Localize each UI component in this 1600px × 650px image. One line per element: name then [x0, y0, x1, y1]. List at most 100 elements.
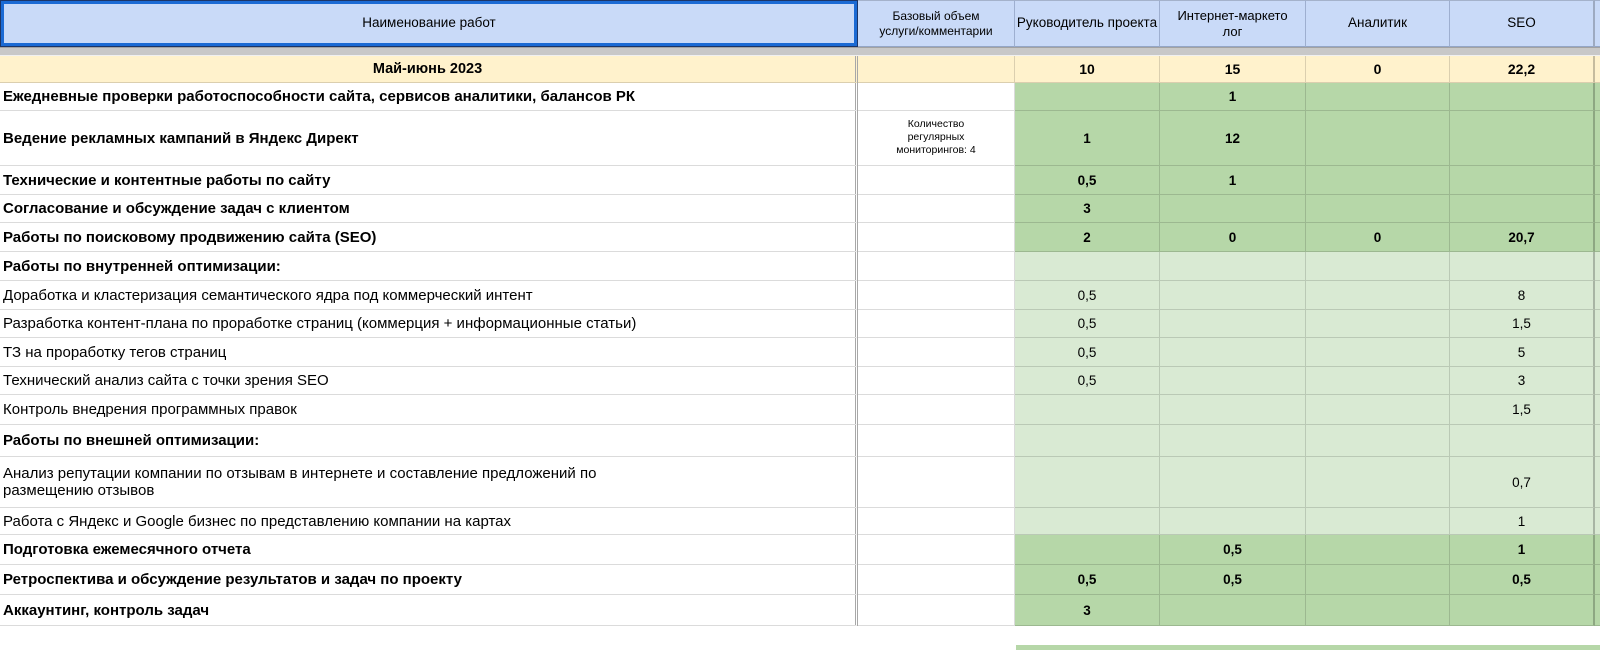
value-cell[interactable]: [1160, 595, 1306, 626]
value-cell[interactable]: 3: [1015, 595, 1160, 626]
value-cell[interactable]: 15: [1160, 56, 1306, 83]
value-cell[interactable]: [1306, 595, 1450, 626]
value-cell[interactable]: 3: [1450, 367, 1595, 395]
comment-cell[interactable]: Количество регулярных мониторингов: 4: [858, 111, 1015, 166]
value-cell[interactable]: 1,5: [1450, 310, 1595, 338]
comment-cell[interactable]: [858, 310, 1015, 338]
value-cell[interactable]: [1450, 166, 1595, 195]
comment-cell[interactable]: [858, 223, 1015, 252]
value-cell[interactable]: [1306, 535, 1450, 565]
header-cell-seo[interactable]: SEO: [1450, 0, 1595, 47]
comment-cell[interactable]: [858, 595, 1015, 626]
value-cell[interactable]: [1015, 457, 1160, 508]
value-cell[interactable]: [1595, 166, 1600, 195]
value-cell[interactable]: [1306, 338, 1450, 367]
value-cell[interactable]: 20,7: [1450, 223, 1595, 252]
value-cell[interactable]: [1595, 111, 1600, 166]
value-cell[interactable]: [1160, 457, 1306, 508]
value-cell[interactable]: 0: [1306, 223, 1450, 252]
value-cell[interactable]: [1160, 252, 1306, 281]
value-cell[interactable]: 0,5: [1015, 367, 1160, 395]
value-cell[interactable]: [1015, 535, 1160, 565]
value-cell[interactable]: [1160, 395, 1306, 425]
value-cell[interactable]: [1595, 56, 1600, 83]
value-cell[interactable]: 0,5: [1015, 166, 1160, 195]
value-cell[interactable]: [1306, 281, 1450, 310]
value-cell[interactable]: 0,7: [1450, 457, 1595, 508]
value-cell[interactable]: 0,5: [1015, 310, 1160, 338]
value-cell[interactable]: [1595, 565, 1600, 595]
value-cell[interactable]: 10: [1015, 56, 1160, 83]
comment-cell[interactable]: [858, 457, 1015, 508]
task-name-cell[interactable]: Доработка и кластеризация семантического…: [0, 281, 858, 310]
value-cell[interactable]: [1015, 83, 1160, 111]
value-cell[interactable]: 5: [1450, 338, 1595, 367]
value-cell[interactable]: 1: [1015, 111, 1160, 166]
task-name-cell[interactable]: Работы по внутренней оптимизации:: [0, 252, 858, 281]
value-cell[interactable]: 1: [1450, 508, 1595, 535]
value-cell[interactable]: [1160, 310, 1306, 338]
value-cell[interactable]: [1160, 425, 1306, 457]
header-cell-task-name[interactable]: Наименование работ: [0, 0, 858, 47]
comment-cell[interactable]: [858, 166, 1015, 195]
value-cell[interactable]: 2: [1015, 223, 1160, 252]
value-cell[interactable]: [1450, 111, 1595, 166]
value-cell[interactable]: [1160, 195, 1306, 223]
header-cell-internet-marketer[interactable]: Интернет-маркето лог: [1160, 0, 1306, 47]
value-cell[interactable]: [1015, 508, 1160, 535]
value-cell[interactable]: [1160, 338, 1306, 367]
comment-cell[interactable]: [858, 395, 1015, 425]
value-cell[interactable]: [1160, 281, 1306, 310]
value-cell[interactable]: [1015, 395, 1160, 425]
value-cell[interactable]: 3: [1015, 195, 1160, 223]
value-cell[interactable]: 0: [1160, 223, 1306, 252]
value-cell[interactable]: [1595, 310, 1600, 338]
task-name-cell[interactable]: Работа с Яндекс и Google бизнес по предс…: [0, 508, 858, 535]
value-cell[interactable]: [1306, 195, 1450, 223]
value-cell[interactable]: [1450, 83, 1595, 111]
value-cell[interactable]: 1: [1450, 535, 1595, 565]
value-cell[interactable]: [1160, 367, 1306, 395]
value-cell[interactable]: [1015, 425, 1160, 457]
task-name-cell[interactable]: Подготовка ежемесячного отчета: [0, 535, 858, 565]
value-cell[interactable]: 12: [1160, 111, 1306, 166]
value-cell[interactable]: [1595, 223, 1600, 252]
value-cell[interactable]: [1306, 457, 1450, 508]
value-cell[interactable]: [1306, 565, 1450, 595]
value-cell[interactable]: [1450, 252, 1595, 281]
period-label-cell[interactable]: Май-июнь 2023: [0, 56, 858, 83]
comment-cell[interactable]: [858, 281, 1015, 310]
value-cell[interactable]: 0,5: [1015, 281, 1160, 310]
header-cell-clipped[interactable]: [1595, 0, 1600, 47]
value-cell[interactable]: 0,5: [1160, 565, 1306, 595]
value-cell[interactable]: 0: [1306, 56, 1450, 83]
value-cell[interactable]: [1306, 310, 1450, 338]
value-cell[interactable]: 22,2: [1450, 56, 1595, 83]
value-cell[interactable]: 1: [1160, 166, 1306, 195]
task-name-cell[interactable]: Ведение рекламных кампаний в Яндекс Дире…: [0, 111, 858, 166]
value-cell[interactable]: 0,5: [1015, 565, 1160, 595]
value-cell[interactable]: [1595, 457, 1600, 508]
task-name-cell[interactable]: Ретроспектива и обсуждение результатов и…: [0, 565, 858, 595]
comment-cell[interactable]: [858, 338, 1015, 367]
task-name-cell[interactable]: Контроль внедрения программных правок: [0, 395, 858, 425]
value-cell[interactable]: 0,5: [1160, 535, 1306, 565]
task-name-cell[interactable]: Работы по поисковому продвижению сайта (…: [0, 223, 858, 252]
header-cell-project-manager[interactable]: Руководитель проекта: [1015, 0, 1160, 47]
comment-cell[interactable]: [858, 56, 1015, 83]
value-cell[interactable]: [1306, 508, 1450, 535]
value-cell[interactable]: [1595, 425, 1600, 457]
value-cell[interactable]: [1306, 395, 1450, 425]
value-cell[interactable]: [1595, 395, 1600, 425]
value-cell[interactable]: 1,5: [1450, 395, 1595, 425]
value-cell[interactable]: [1595, 338, 1600, 367]
task-name-cell[interactable]: Разработка контент-плана по проработке с…: [0, 310, 858, 338]
value-cell[interactable]: [1595, 535, 1600, 565]
value-cell[interactable]: [1450, 195, 1595, 223]
value-cell[interactable]: [1595, 252, 1600, 281]
value-cell[interactable]: [1450, 595, 1595, 626]
value-cell[interactable]: [1306, 166, 1450, 195]
value-cell[interactable]: [1595, 281, 1600, 310]
comment-cell[interactable]: [858, 83, 1015, 111]
task-name-cell[interactable]: Работы по внешней оптимизации:: [0, 425, 858, 457]
